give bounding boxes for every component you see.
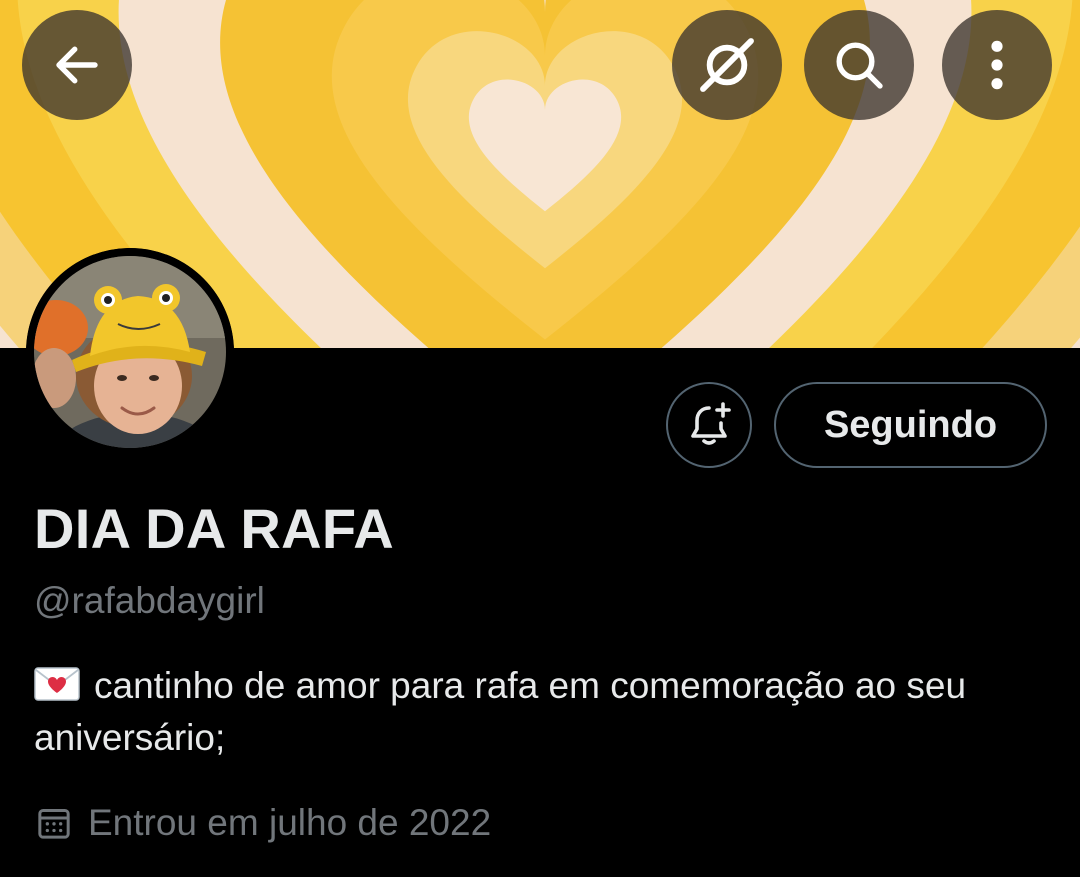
bio: cantinho de amor para rafa em comemoraçã…: [34, 660, 1044, 764]
love-letter-icon: [34, 666, 80, 702]
bio-text: cantinho de amor para rafa em comemoraçã…: [34, 665, 967, 758]
search-icon: [836, 42, 883, 89]
calendar-icon: [34, 803, 74, 843]
bell-plus-icon: [691, 402, 731, 445]
following-button[interactable]: Seguindo: [774, 382, 1047, 468]
back-button[interactable]: [22, 10, 132, 120]
avatar-image: [26, 248, 234, 456]
grok-button[interactable]: [672, 10, 782, 120]
more-vertical-icon: [991, 40, 1003, 90]
arrow-left-icon: [56, 46, 98, 84]
handle: @rafabdaygirl: [34, 580, 265, 621]
grok-icon: [700, 38, 754, 92]
avatar[interactable]: [26, 248, 234, 456]
joined-text: Entrou em julho de 2022: [88, 802, 492, 843]
more-button[interactable]: [942, 10, 1052, 120]
search-button[interactable]: [804, 10, 914, 120]
notifications-button[interactable]: [666, 382, 752, 468]
display-name: DIA DA RAFA: [34, 497, 395, 560]
joined-date: Entrou em julho de 2022: [34, 802, 491, 844]
